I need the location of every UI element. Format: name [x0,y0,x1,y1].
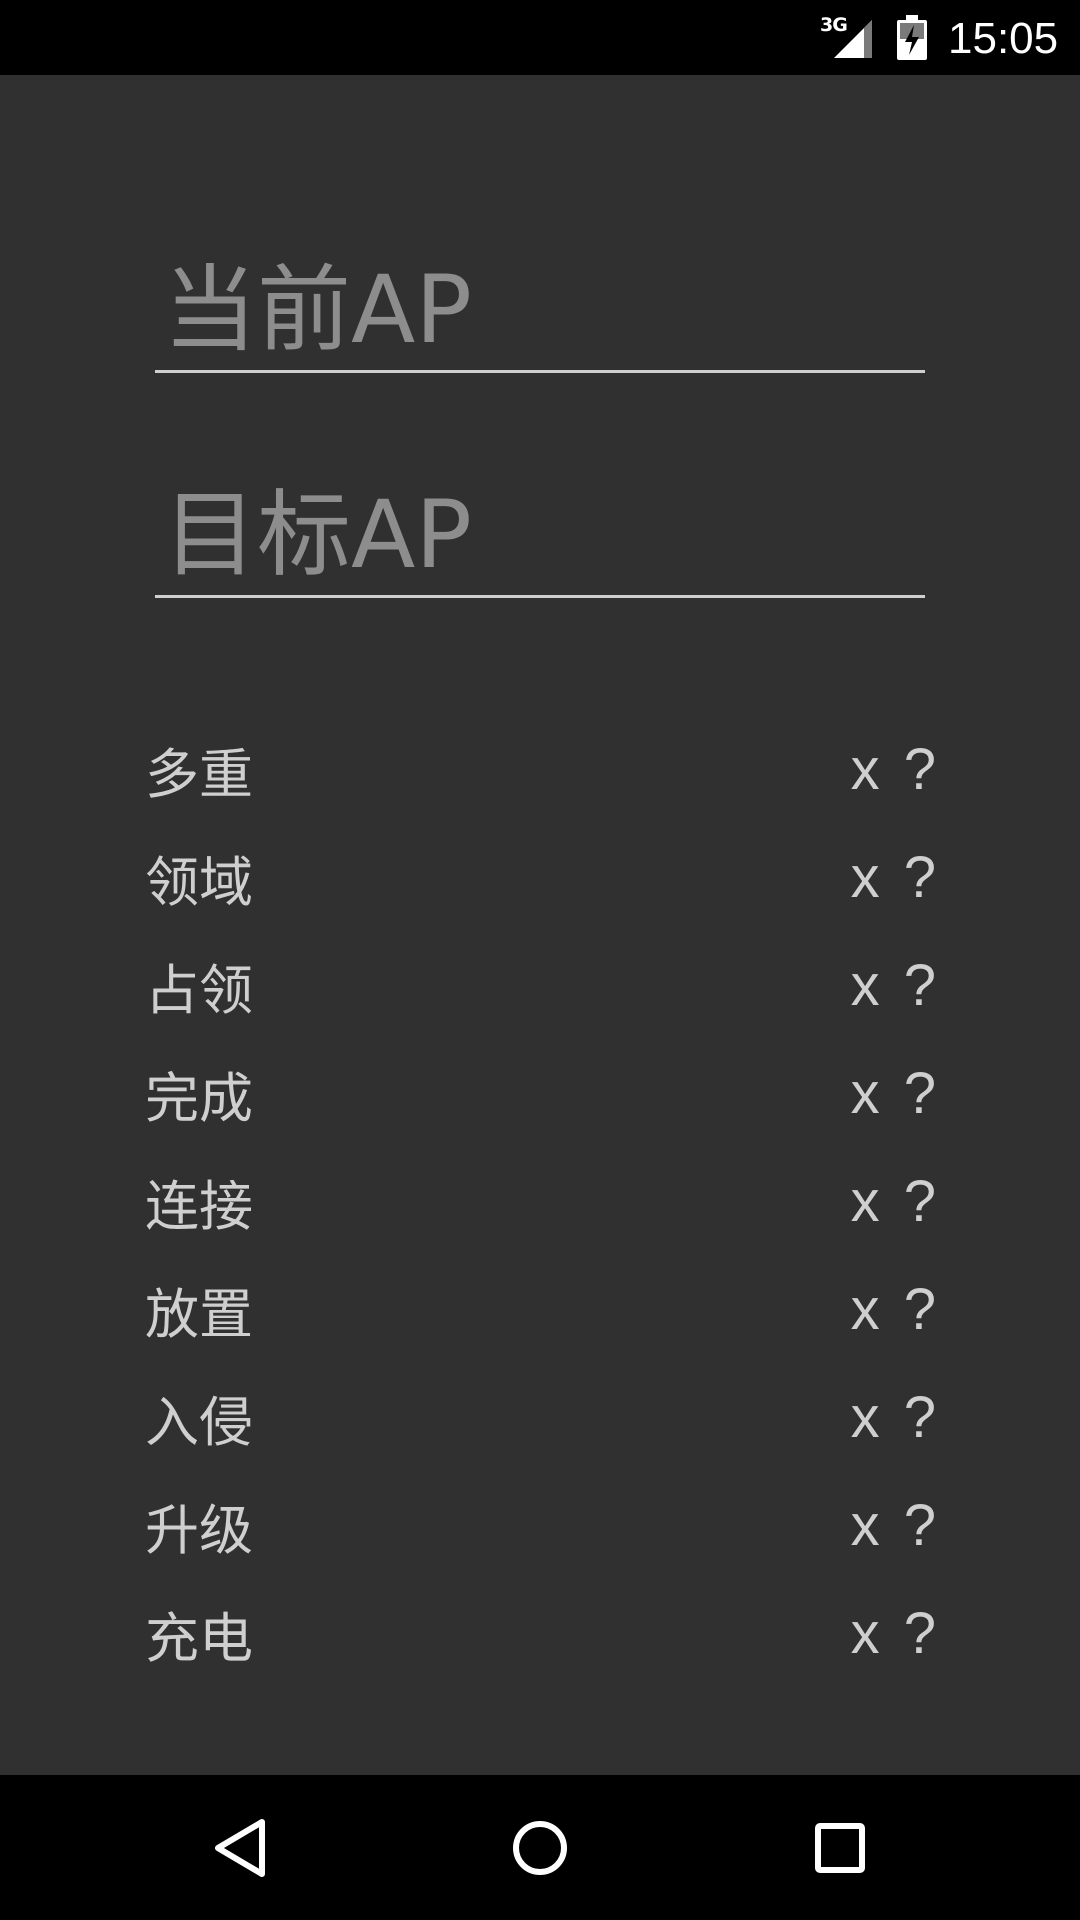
navigation-bar [0,1775,1080,1920]
action-row-link: 连接 x ? [145,1147,940,1255]
target-ap-input[interactable] [155,475,925,595]
action-multiplier: x ? [850,1600,940,1666]
action-list: 多重 x ? 领域 x ? 占领 x ? 完成 x ? 连接 x ? 放置 x … [145,715,940,1687]
action-row-upgrade: 升级 x ? [145,1471,940,1579]
action-row-recharge: 充电 x ? [145,1579,940,1687]
status-clock: 15:05 [948,14,1059,63]
action-label: 连接 [145,1174,253,1238]
recent-apps-button[interactable] [797,1805,883,1891]
action-label: 领域 [145,850,253,914]
recent-square-icon [815,1823,865,1873]
back-button[interactable] [197,1805,283,1891]
battery-charging-icon [897,15,927,60]
ap-calculator-screen: 多重 x ? 领域 x ? 占领 x ? 完成 x ? 连接 x ? 放置 x … [0,75,1080,1775]
action-multiplier: x ? [850,1492,940,1558]
action-label: 升级 [145,1498,253,1562]
action-multiplier: x ? [850,952,940,1018]
action-row-hack: 入侵 x ? [145,1363,940,1471]
action-row-capture: 占领 x ? [145,931,940,1039]
action-multiplier: x ? [850,1276,940,1342]
current-ap-field[interactable] [155,250,925,373]
action-row-field: 领域 x ? [145,823,940,931]
action-label: 占领 [145,958,253,1022]
back-triangle-icon [215,1819,265,1877]
action-multiplier: x ? [850,844,940,910]
action-row-deploy: 放置 x ? [145,1255,940,1363]
home-circle-icon [513,1821,567,1875]
action-multiplier: x ? [850,1384,940,1450]
home-button[interactable] [497,1805,583,1891]
status-bar: 3G 15:05 [0,0,1080,75]
action-label: 放置 [145,1282,253,1346]
action-label: 多重 [145,742,253,806]
action-row-multi: 多重 x ? [145,715,940,823]
action-multiplier: x ? [850,736,940,802]
target-ap-field[interactable] [155,475,925,598]
action-row-complete: 完成 x ? [145,1039,940,1147]
action-multiplier: x ? [850,1168,940,1234]
action-label: 完成 [145,1066,253,1130]
current-ap-input[interactable] [155,250,925,370]
action-label: 充电 [145,1606,253,1670]
action-multiplier: x ? [850,1060,940,1126]
cell-signal-icon [834,20,872,58]
action-label: 入侵 [145,1390,253,1454]
